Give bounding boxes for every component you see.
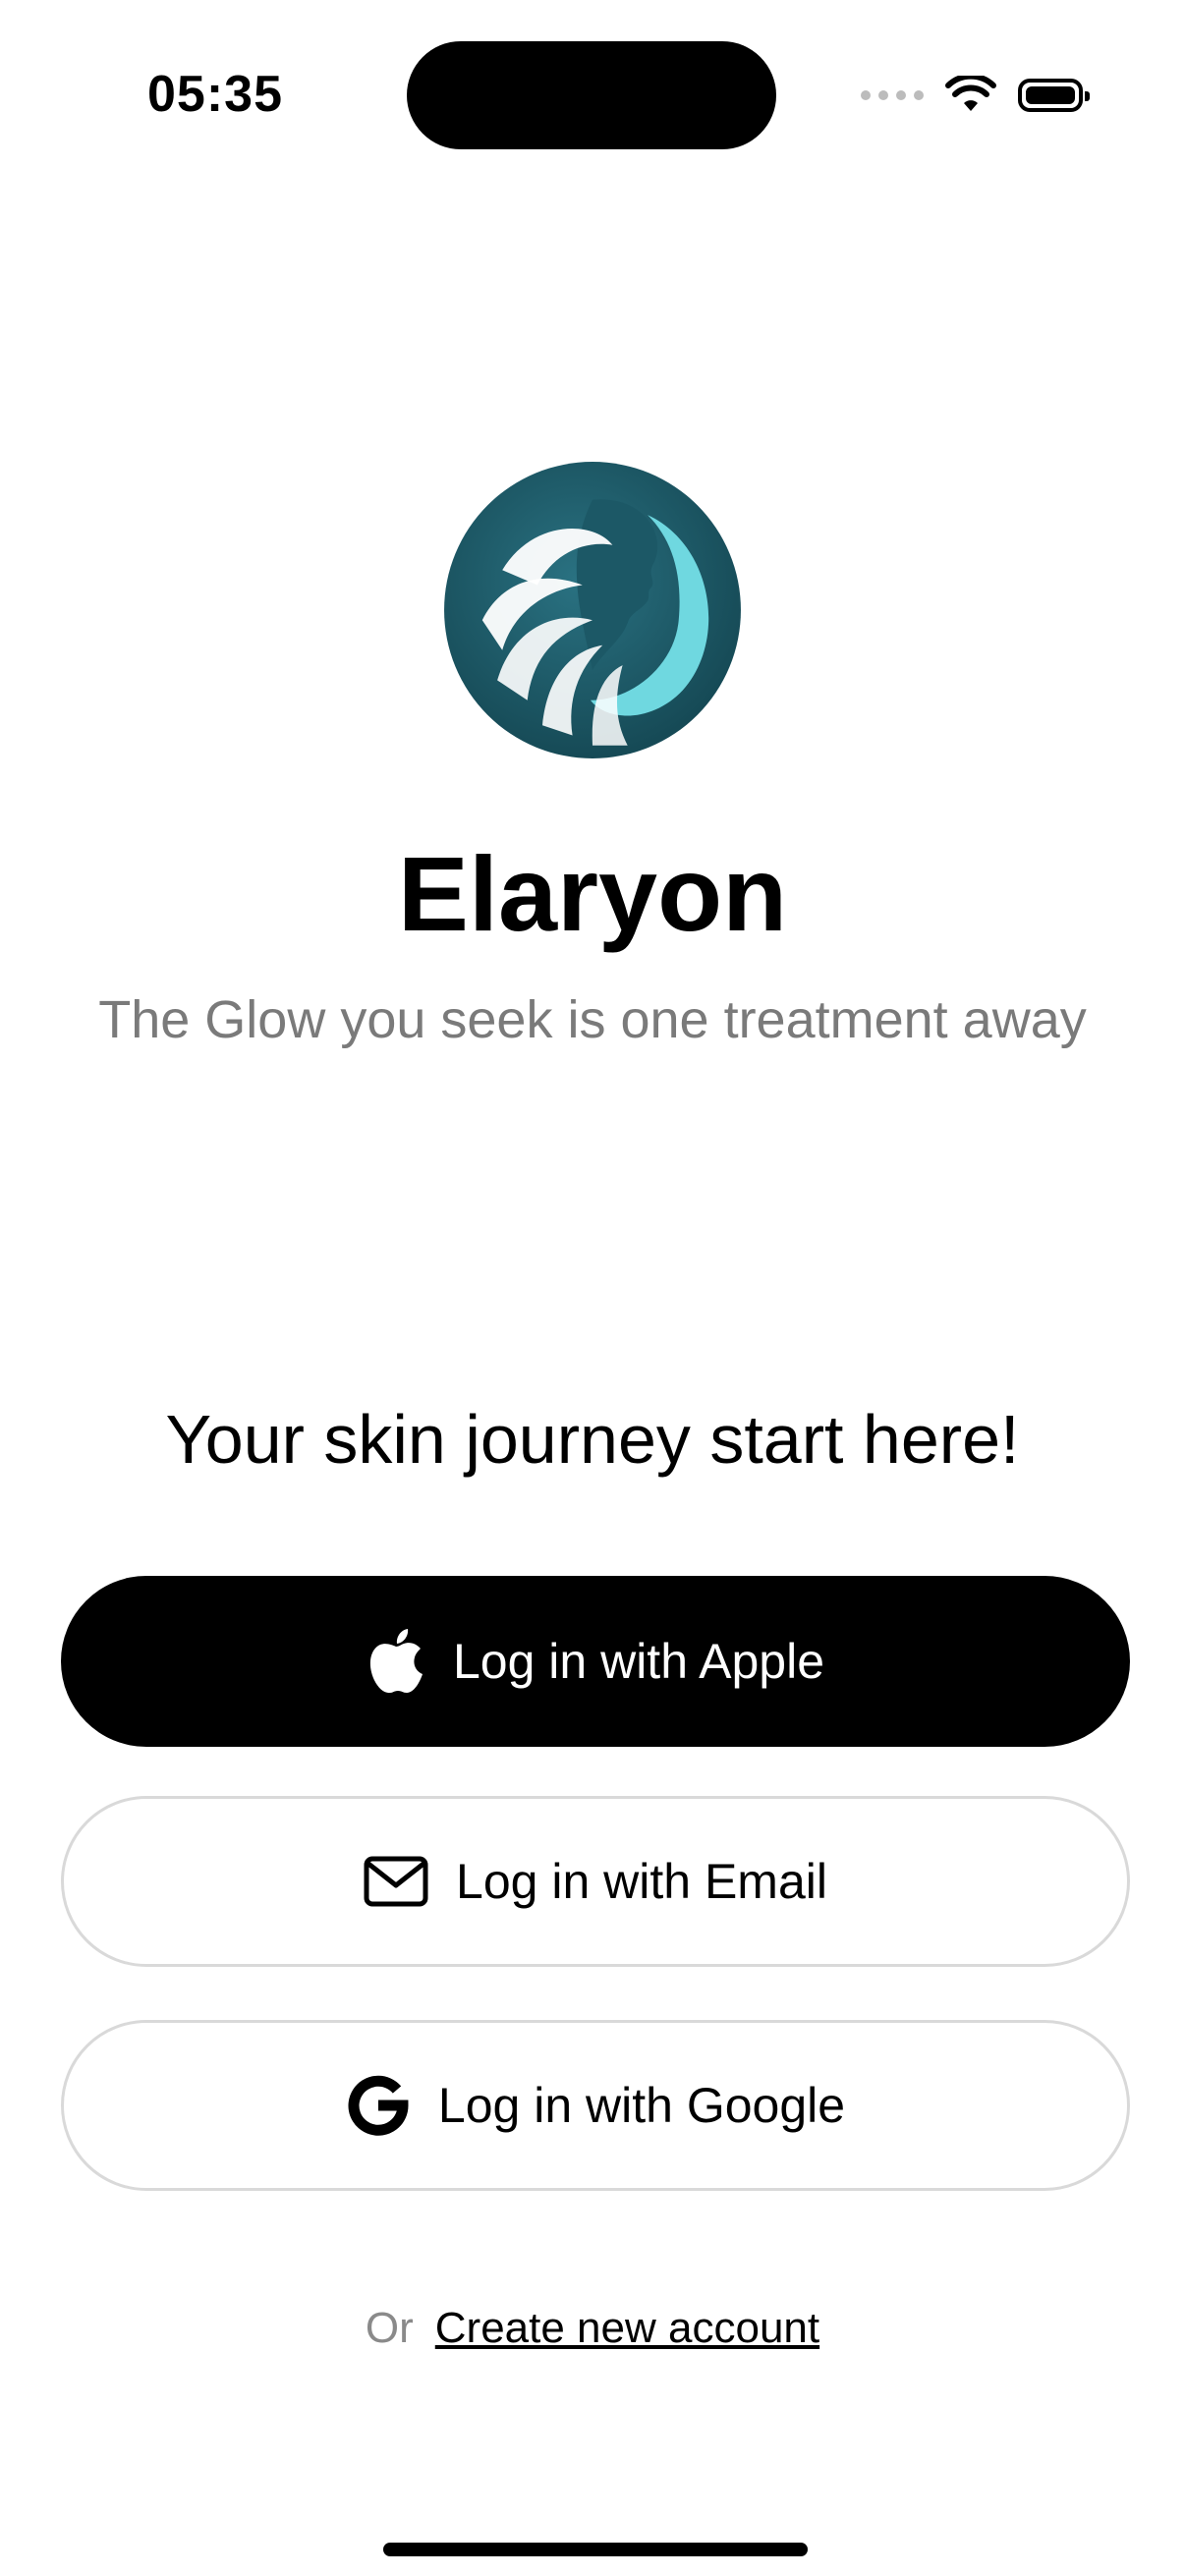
battery-icon <box>1018 79 1090 112</box>
login-apple-label: Log in with Apple <box>452 1634 825 1689</box>
status-time: 05:35 <box>147 66 283 123</box>
status-icons <box>861 71 1090 120</box>
apple-icon <box>367 1627 425 1696</box>
login-email-label: Log in with Email <box>456 1854 827 1909</box>
login-google-label: Log in with Google <box>437 2078 846 2133</box>
app-name: Elaryon <box>397 834 788 953</box>
app-tagline: The Glow you seek is one treatment away <box>98 990 1087 1049</box>
cellular-signal-icon <box>861 90 924 100</box>
home-indicator[interactable] <box>383 2543 808 2556</box>
google-icon <box>346 2073 411 2138</box>
login-apple-button[interactable]: Log in with Apple <box>61 1576 1130 1747</box>
login-google-button[interactable]: Log in with Google <box>61 2020 1130 2191</box>
signup-row: Or Create new account <box>0 2301 1185 2356</box>
headline: Your skin journey start here! <box>165 1401 1020 1478</box>
brand-logo <box>444 462 741 758</box>
create-account-link[interactable]: Create new account <box>435 2304 819 2352</box>
wifi-icon <box>945 76 996 111</box>
envelope-icon <box>364 1856 428 1907</box>
dynamic-island <box>407 41 776 149</box>
login-email-button[interactable]: Log in with Email <box>61 1796 1130 1967</box>
or-text: Or <box>365 2304 414 2352</box>
status-bar: 05:35 <box>0 0 1185 177</box>
